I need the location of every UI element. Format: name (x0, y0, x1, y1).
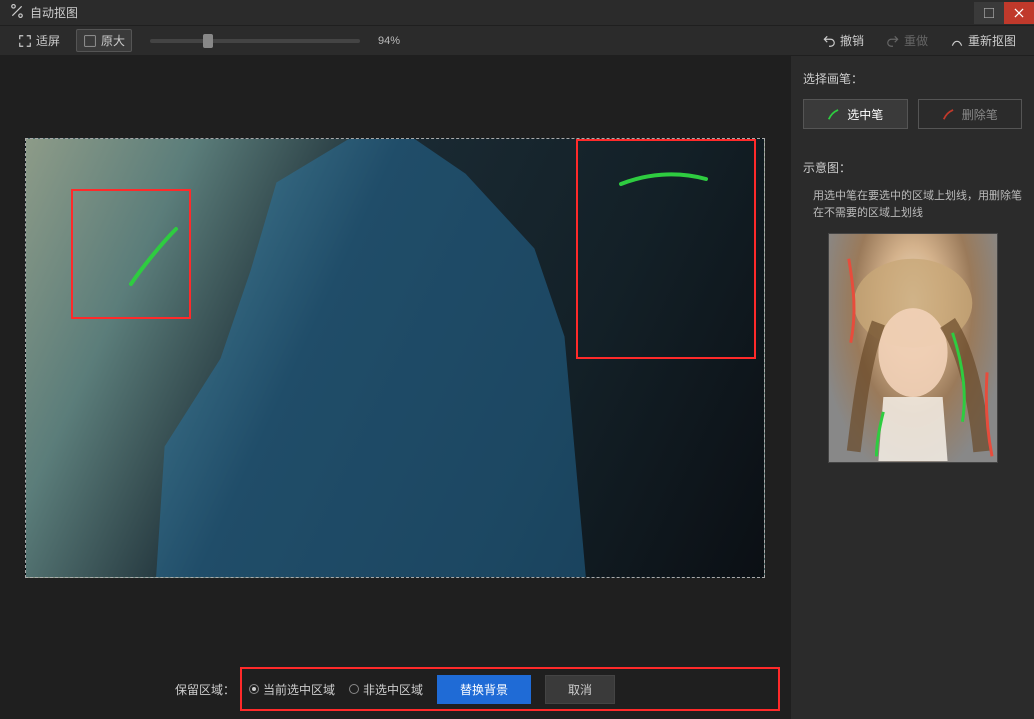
brush-icon (942, 107, 956, 121)
fit-label: 适屏 (36, 32, 60, 49)
radio-dot-icon (249, 684, 259, 694)
image-canvas[interactable] (25, 138, 765, 578)
redo-button[interactable]: 重做 (880, 30, 934, 51)
side-panel: 选择画笔： 选中笔 删除笔 示意图： 用选中笔在要选中的区域上划线，用删除笔在不… (790, 56, 1034, 719)
radio-current-selected[interactable]: 当前选中区域 (249, 681, 335, 698)
fit-icon (18, 34, 32, 48)
highlight-box-right (576, 139, 756, 359)
redo-label: 重做 (904, 32, 928, 49)
selection-mask (156, 139, 586, 578)
brush-icon (827, 107, 841, 121)
delete-brush-button[interactable]: 删除笔 (918, 99, 1023, 129)
radio-unselected-label: 非选中区域 (363, 681, 423, 698)
original-label: 原大 (101, 32, 125, 49)
original-icon (83, 34, 97, 48)
minimize-button[interactable] (974, 2, 1004, 24)
keep-area-label: 保留区域： (175, 681, 235, 698)
example-image (828, 233, 998, 463)
highlight-box-left (71, 189, 191, 319)
undo-button[interactable]: 撤销 (816, 30, 870, 51)
example-heading: 示意图： (803, 159, 1022, 176)
brush-heading: 选择画笔： (803, 70, 1022, 87)
recutout-icon (950, 34, 964, 48)
undo-label: 撤销 (840, 32, 864, 49)
zoom-slider[interactable] (150, 39, 360, 43)
zoom-value: 94% (378, 35, 418, 47)
radio-dot-icon (349, 684, 359, 694)
recutout-label: 重新抠图 (968, 32, 1016, 49)
bottom-bar: 保留区域： 当前选中区域 非选中区域 替换背景 取消 (0, 659, 790, 719)
replace-background-button[interactable]: 替换背景 (437, 675, 531, 704)
cutout-icon (10, 4, 24, 21)
original-size-button[interactable]: 原大 (76, 29, 132, 52)
window-title: 自动抠图 (30, 4, 78, 21)
recutout-button[interactable]: 重新抠图 (944, 30, 1022, 51)
select-brush-button[interactable]: 选中笔 (803, 99, 908, 129)
select-brush-label: 选中笔 (847, 106, 883, 123)
delete-brush-label: 删除笔 (962, 106, 998, 123)
cancel-button[interactable]: 取消 (545, 675, 615, 704)
close-button[interactable] (1004, 2, 1034, 24)
undo-icon (822, 34, 836, 48)
replace-bg-label: 替换背景 (460, 683, 508, 697)
cancel-label: 取消 (568, 683, 592, 697)
canvas-area: 保留区域： 当前选中区域 非选中区域 替换背景 取消 (0, 56, 790, 719)
fit-screen-button[interactable]: 适屏 (12, 30, 66, 51)
radio-current-label: 当前选中区域 (263, 681, 335, 698)
zoom-thumb[interactable] (203, 34, 213, 48)
hint-text: 用选中笔在要选中的区域上划线，用删除笔在不需要的区域上划线 (813, 188, 1022, 221)
radio-unselected-area[interactable]: 非选中区域 (349, 681, 423, 698)
redo-icon (886, 34, 900, 48)
